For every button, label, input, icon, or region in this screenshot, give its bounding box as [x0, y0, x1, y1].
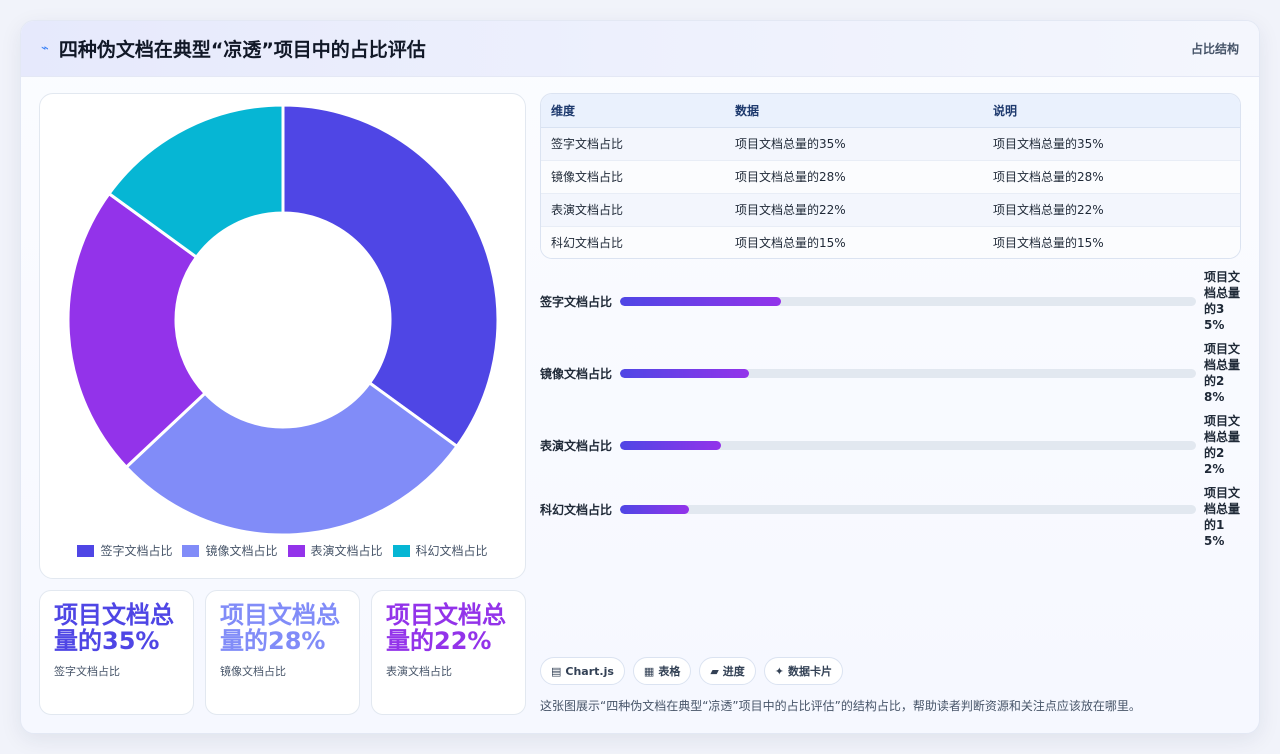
table-icon: ▦	[643, 664, 655, 678]
progress-icon: ▰	[710, 664, 719, 678]
stat-card: 项目文档总量的28% 镜像文档占比	[205, 590, 360, 715]
progress-value: 项目文档总量的22%	[1204, 414, 1241, 476]
chip-table[interactable]: ▦ 表格	[632, 657, 692, 685]
progress-fill	[620, 369, 750, 378]
table-row: 科幻文档占比 项目文档总量的15% 项目文档总量的15%	[541, 226, 1240, 258]
chip-label: Chart.js	[565, 664, 614, 678]
table-row: 签字文档占比 项目文档总量的35% 项目文档总量的35%	[541, 127, 1240, 161]
stat-value: 项目文档总量的22%	[386, 601, 506, 655]
progress-label: 镜像文档占比	[540, 367, 613, 381]
table-cell: 项目文档总量的35%	[983, 127, 1240, 161]
legend-swatch	[77, 544, 95, 557]
progress-row: 签字文档占比	[540, 293, 1242, 310]
table-cell: 项目文档总量的22%	[983, 193, 1240, 227]
table-cell: 项目文档总量的28%	[983, 160, 1240, 194]
table-cell: 项目文档总量的28%	[725, 160, 983, 194]
table-cell: 项目文档总量的15%	[983, 226, 1240, 258]
progress-track	[620, 369, 1196, 378]
donut-slice-1[interactable]	[281, 103, 500, 449]
progress-row: 镜像文档占比	[540, 365, 1242, 382]
card-header: ⌁ 四种伪文档在典型“凉透”项目中的占比评估 占比结构	[21, 21, 1259, 77]
table-cell: 项目文档总量的15%	[725, 226, 983, 258]
progress-label: 签字文档占比	[540, 295, 613, 309]
feature-chips: ▤ Chart.js ▦ 表格 ▰ 进度 ✦ 数据卡片	[540, 657, 844, 685]
legend-item[interactable]: 镜像文档占比	[182, 542, 278, 559]
chip-label: 表格	[658, 665, 681, 678]
stat-value: 项目文档总量的28%	[220, 601, 340, 655]
stat-label: 表演文档占比	[386, 665, 452, 678]
column-header-note: 说明	[983, 94, 1240, 128]
legend-label: 表演文档占比	[310, 544, 383, 558]
data-table: 维度 数据 说明 签字文档占比 项目文档总量的35% 项目文档总量的35% 镜像…	[541, 94, 1240, 258]
table-cell: 签字文档占比	[541, 127, 725, 161]
data-table-panel: 维度 数据 说明 签字文档占比 项目文档总量的35% 项目文档总量的35% 镜像…	[540, 93, 1241, 259]
table-cell: 科幻文档占比	[541, 226, 725, 258]
header-title-group: ⌁ 四种伪文档在典型“凉透”项目中的占比评估	[41, 35, 426, 62]
stat-label: 签字文档占比	[54, 665, 120, 678]
progress-fill	[620, 505, 690, 514]
column-header-dimension: 维度	[541, 94, 725, 128]
chart-caption: 这张图展示“四种伪文档在典型“凉透”项目中的占比评估”的结构占比，帮助读者判断资…	[540, 699, 1141, 713]
table-row: 镜像文档占比 项目文档总量的28% 项目文档总量的28%	[541, 160, 1240, 194]
chip-sparkle[interactable]: ✦ 数据卡片	[763, 657, 844, 685]
progress-track	[620, 505, 1196, 514]
progress-fill	[620, 441, 722, 450]
legend-item[interactable]: 表演文档占比	[287, 542, 383, 559]
chip-label: 数据卡片	[788, 665, 833, 678]
legend-swatch	[182, 544, 200, 557]
legend-swatch	[287, 544, 305, 557]
table-header-row: 维度 数据 说明	[541, 94, 1240, 128]
stat-cards: 项目文档总量的35% 签字文档占比 项目文档总量的28% 镜像文档占比 项目文档总量的2…	[39, 590, 526, 715]
legend-item[interactable]: 签字文档占比	[77, 542, 172, 559]
table-row: 表演文档占比 项目文档总量的22% 项目文档总量的22%	[541, 193, 1240, 227]
progress-fill	[620, 297, 782, 306]
progress-label: 表演文档占比	[540, 439, 613, 453]
donut-chart	[66, 103, 500, 537]
progress-value: 项目文档总量的28%	[1204, 342, 1241, 404]
legend-swatch	[392, 544, 410, 557]
chip-chart[interactable]: ▤ Chart.js	[540, 657, 625, 685]
table-cell: 项目文档总量的35%	[725, 127, 983, 161]
column-header-data: 数据	[725, 94, 983, 128]
stat-label: 镜像文档占比	[220, 665, 286, 678]
legend-item[interactable]: 科幻文档占比	[392, 542, 488, 559]
legend-label: 科幻文档占比	[415, 544, 488, 558]
chart-legend: 签字文档占比 镜像文档占比 表演文档占比 科幻文档占比	[40, 542, 525, 559]
chip-progress[interactable]: ▰ 进度	[699, 657, 756, 685]
progress-value: 项目文档总量的15%	[1204, 486, 1241, 548]
progress-row: 表演文档占比	[540, 437, 1242, 454]
legend-label: 镜像文档占比	[205, 544, 278, 558]
table-cell: 表演文档占比	[541, 193, 725, 227]
sparkle-icon: ✦	[774, 664, 785, 678]
progress-row: 科幻文档占比	[540, 501, 1242, 518]
chip-label: 进度	[722, 665, 745, 678]
legend-label: 签字文档占比	[100, 544, 173, 558]
chart-icon: ▤	[551, 664, 562, 678]
progress-label: 科幻文档占比	[540, 503, 613, 517]
progress-track	[620, 297, 1196, 306]
progress-track	[620, 441, 1196, 450]
stat-value: 项目文档总量的35%	[54, 601, 174, 655]
page-title: 四种伪文档在典型“凉透”项目中的占比评估	[58, 39, 426, 61]
donut-chart-panel: 签字文档占比 镜像文档占比 表演文档占比 科幻文档占比	[39, 93, 526, 579]
progress-value: 项目文档总量的35%	[1204, 270, 1241, 332]
table-cell: 项目文档总量的22%	[725, 193, 983, 227]
chart-type-tag: 占比结构	[1190, 42, 1239, 56]
stat-card: 项目文档总量的35% 签字文档占比	[39, 590, 194, 715]
sparkline-icon: ⌁	[41, 41, 49, 56]
report-card: ⌁ 四种伪文档在典型“凉透”项目中的占比评估 占比结构 签字文档占比 镜像文档占比…	[20, 20, 1260, 734]
stat-card: 项目文档总量的22% 表演文档占比	[371, 590, 526, 715]
table-cell: 镜像文档占比	[541, 160, 725, 194]
